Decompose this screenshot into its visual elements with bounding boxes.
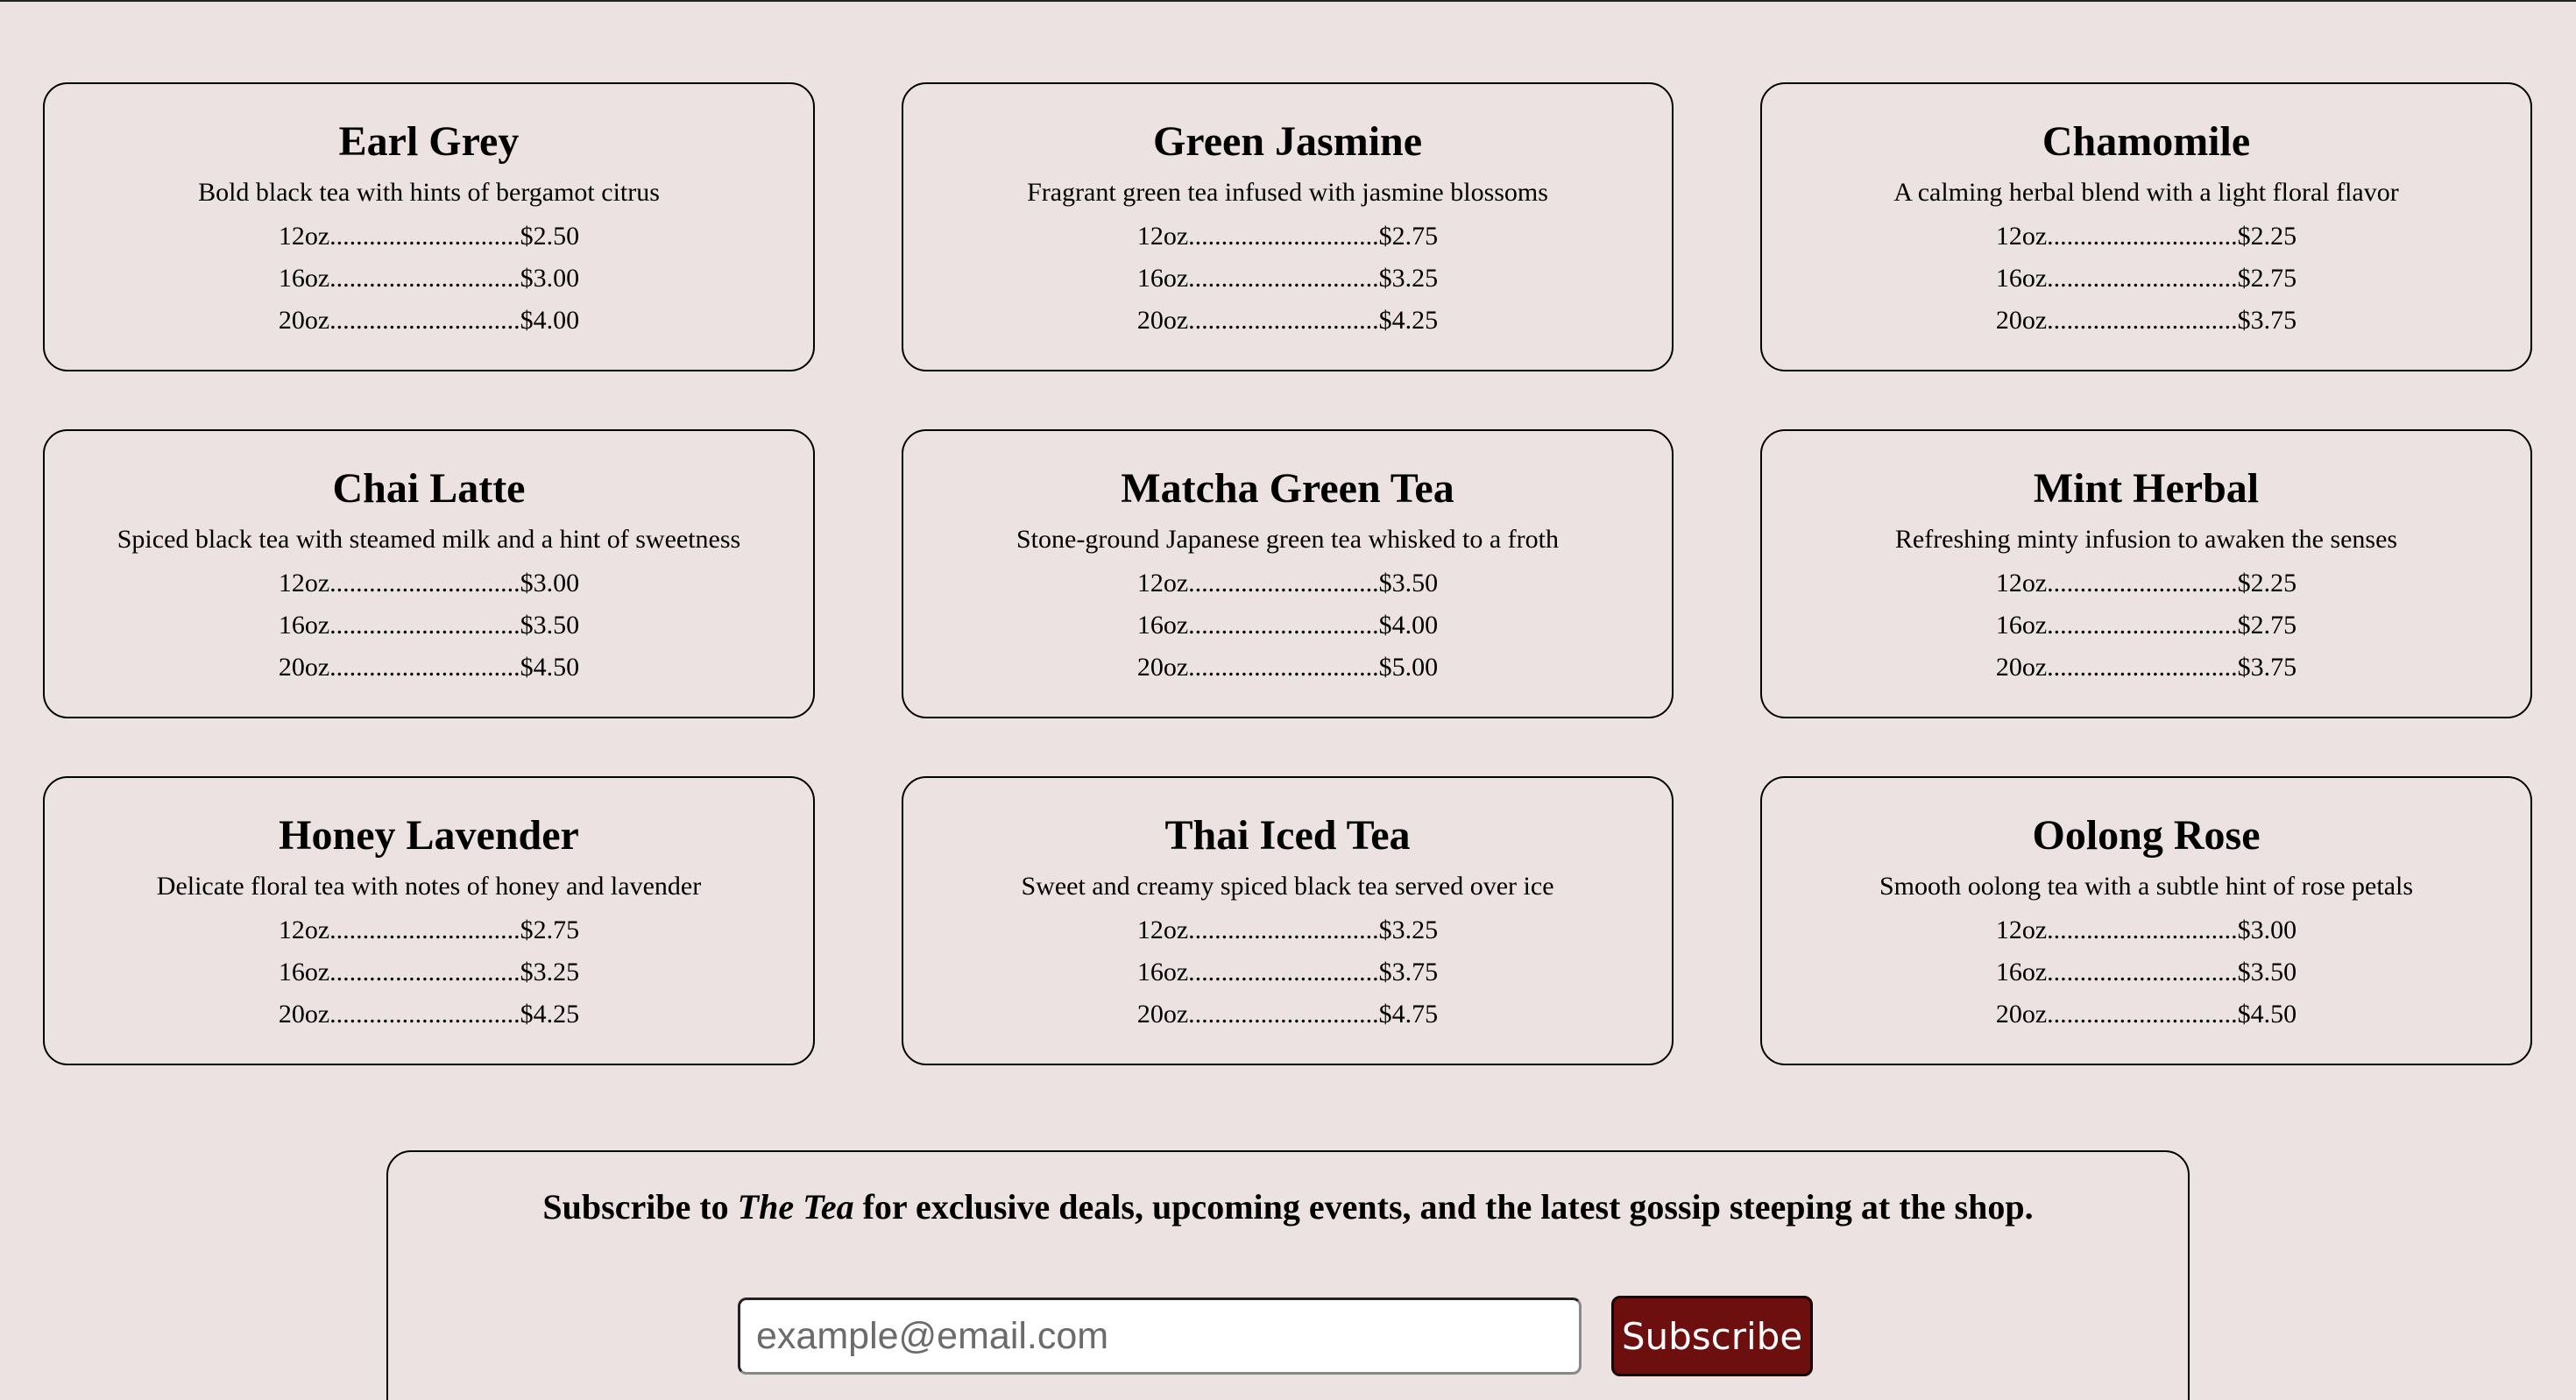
price-row-20oz: 20oz.............................$3.75 <box>1995 653 2297 682</box>
price-row-20oz: 20oz.............................$5.00 <box>1136 653 1439 682</box>
tea-name: Chai Latte <box>332 465 526 512</box>
price-row-20oz: 20oz.............................$4.50 <box>1995 1000 2297 1029</box>
subscribe-message: Subscribe to The Tea for exclusive deals… <box>388 1184 2188 1231</box>
tea-description: Delicate floral tea with notes of honey … <box>156 872 702 901</box>
tea-description: Spiced black tea with steamed milk and a… <box>117 525 741 554</box>
subscribe-text-before: Subscribe to <box>542 1187 738 1227</box>
price-row-20oz: 20oz.............................$4.50 <box>278 653 580 682</box>
tea-description: Smooth oolong tea with a subtle hint of … <box>1879 872 2414 901</box>
price-row-16oz: 16oz.............................$2.75 <box>1995 611 2297 640</box>
price-row-12oz: 12oz.............................$2.75 <box>1136 222 1439 251</box>
tea-name: Earl Grey <box>338 118 520 165</box>
tea-name: Matcha Green Tea <box>1121 465 1454 512</box>
tea-name: Thai Iced Tea <box>1164 812 1411 859</box>
email-input[interactable] <box>738 1297 1582 1375</box>
price-row-16oz: 16oz.............................$3.25 <box>1136 264 1439 293</box>
tea-name: Chamomile <box>2042 118 2251 165</box>
tea-card: Chamomile A calming herbal blend with a … <box>1760 82 2532 371</box>
price-row-12oz: 12oz.............................$2.50 <box>278 222 580 251</box>
subscribe-text-after: for exclusive deals, upcoming events, an… <box>853 1187 2034 1227</box>
tea-card: Oolong Rose Smooth oolong tea with a sub… <box>1760 776 2532 1065</box>
price-row-12oz: 12oz.............................$2.25 <box>1995 569 2297 597</box>
price-row-20oz: 20oz.............................$4.25 <box>1136 306 1439 335</box>
price-row-16oz: 16oz.............................$3.50 <box>1995 958 2297 986</box>
tea-name: Oolong Rose <box>2032 812 2261 859</box>
tea-card: Chai Latte Spiced black tea with steamed… <box>43 429 815 718</box>
price-row-20oz: 20oz.............................$4.25 <box>278 1000 580 1029</box>
price-row-12oz: 12oz.............................$3.00 <box>1995 916 2297 944</box>
price-row-16oz: 16oz.............................$3.25 <box>278 958 580 986</box>
tea-name: Mint Herbal <box>2033 465 2260 512</box>
price-row-16oz: 16oz.............................$3.00 <box>278 264 580 293</box>
tea-card: Matcha Green Tea Stone-ground Japanese g… <box>902 429 1674 718</box>
price-row-12oz: 12oz.............................$3.50 <box>1136 569 1439 597</box>
price-row-12oz: 12oz.............................$3.00 <box>278 569 580 597</box>
price-row-16oz: 16oz.............................$2.75 <box>1995 264 2297 293</box>
tea-description: Stone-ground Japanese green tea whisked … <box>1016 525 1559 554</box>
tea-description: Sweet and creamy spiced black tea served… <box>1021 872 1554 901</box>
tea-card: Earl Grey Bold black tea with hints of b… <box>43 82 815 371</box>
price-row-12oz: 12oz.............................$2.25 <box>1995 222 2297 251</box>
tea-card: Honey Lavender Delicate floral tea with … <box>43 776 815 1065</box>
price-row-16oz: 16oz.............................$4.00 <box>1136 611 1439 640</box>
page: Earl Grey Bold black tea with hints of b… <box>0 0 2576 1400</box>
price-row-20oz: 20oz.............................$3.75 <box>1995 306 2297 335</box>
price-row-20oz: 20oz.............................$4.00 <box>278 306 580 335</box>
tea-card: Mint Herbal Refreshing minty infusion to… <box>1760 429 2532 718</box>
tea-description: Fragrant green tea infused with jasmine … <box>1027 178 1548 207</box>
subscribe-button[interactable]: Subscribe <box>1611 1296 1813 1376</box>
tea-description: Refreshing minty infusion to awaken the … <box>1894 525 2398 554</box>
tea-name: Green Jasmine <box>1152 118 1423 165</box>
tea-description: Bold black tea with hints of bergamot ci… <box>198 178 660 207</box>
price-row-16oz: 16oz.............................$3.50 <box>278 611 580 640</box>
tea-name: Honey Lavender <box>279 812 579 859</box>
subscribe-panel: Subscribe to The Tea for exclusive deals… <box>386 1150 2190 1400</box>
newsletter-name: The Tea <box>737 1187 854 1227</box>
price-row-12oz: 12oz.............................$3.25 <box>1136 916 1439 944</box>
price-row-16oz: 16oz.............................$3.75 <box>1136 958 1439 986</box>
tea-card: Green Jasmine Fragrant green tea infused… <box>902 82 1674 371</box>
tea-description: A calming herbal blend with a light flor… <box>1893 178 2399 207</box>
price-row-20oz: 20oz.............................$4.75 <box>1136 1000 1439 1029</box>
tea-card: Thai Iced Tea Sweet and creamy spiced bl… <box>902 776 1674 1065</box>
tea-menu: Earl Grey Bold black tea with hints of b… <box>43 82 2533 1065</box>
price-row-12oz: 12oz.............................$2.75 <box>278 916 580 944</box>
